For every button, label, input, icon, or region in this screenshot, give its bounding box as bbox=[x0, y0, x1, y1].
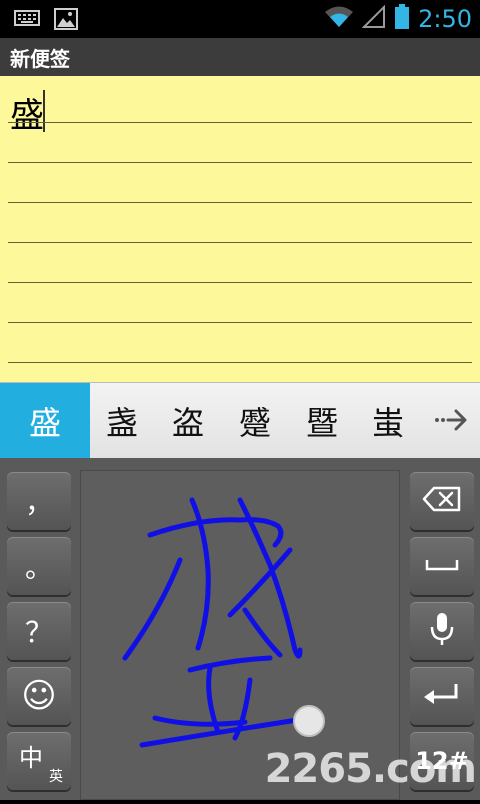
watermark: 2265.com bbox=[264, 746, 477, 792]
smiley-icon: ☺ bbox=[21, 676, 57, 716]
image-notification-icon bbox=[54, 8, 78, 34]
backspace-key[interactable] bbox=[410, 472, 474, 530]
emoji-key[interactable]: ☺ bbox=[7, 667, 71, 725]
status-bar: 2:50 bbox=[0, 0, 480, 38]
wifi-icon bbox=[324, 5, 354, 33]
note-line bbox=[8, 322, 472, 323]
note-line bbox=[8, 362, 472, 363]
space-icon bbox=[424, 554, 460, 578]
note-line bbox=[8, 162, 472, 163]
note-line bbox=[8, 282, 472, 283]
more-candidates-arrow-icon[interactable] bbox=[434, 405, 468, 439]
signal-icon bbox=[361, 4, 386, 33]
voice-input-key[interactable] bbox=[410, 602, 474, 660]
question-key[interactable]: ？ bbox=[7, 602, 71, 660]
backspace-icon bbox=[422, 486, 462, 516]
stroke-end-marker bbox=[293, 705, 325, 737]
enter-key[interactable] bbox=[410, 667, 474, 725]
candidate-selected[interactable]: 盛 bbox=[0, 383, 90, 459]
battery-icon bbox=[394, 4, 410, 34]
note-line bbox=[8, 202, 472, 203]
clock: 2:50 bbox=[418, 5, 472, 33]
note-line bbox=[8, 122, 472, 123]
note-editor[interactable]: 盛 bbox=[0, 76, 480, 382]
microphone-icon bbox=[428, 611, 456, 651]
candidate-item[interactable]: 蚩 bbox=[348, 383, 428, 459]
text-cursor bbox=[43, 90, 45, 132]
candidate-bar: 盛 盏 盗 蹙 暨 蚩 bbox=[0, 382, 480, 459]
page-title: 新便签 bbox=[10, 47, 70, 71]
enter-icon bbox=[422, 681, 462, 711]
note-text: 盛 bbox=[10, 96, 44, 136]
title-bar: 新便签 bbox=[0, 38, 480, 76]
comma-key[interactable]: ， bbox=[7, 472, 71, 530]
keyboard-icon bbox=[14, 8, 40, 34]
period-key[interactable]: 。 bbox=[7, 537, 71, 595]
note-line bbox=[8, 242, 472, 243]
space-key[interactable] bbox=[410, 537, 474, 595]
language-switch-key[interactable]: 中 英 bbox=[7, 732, 71, 790]
